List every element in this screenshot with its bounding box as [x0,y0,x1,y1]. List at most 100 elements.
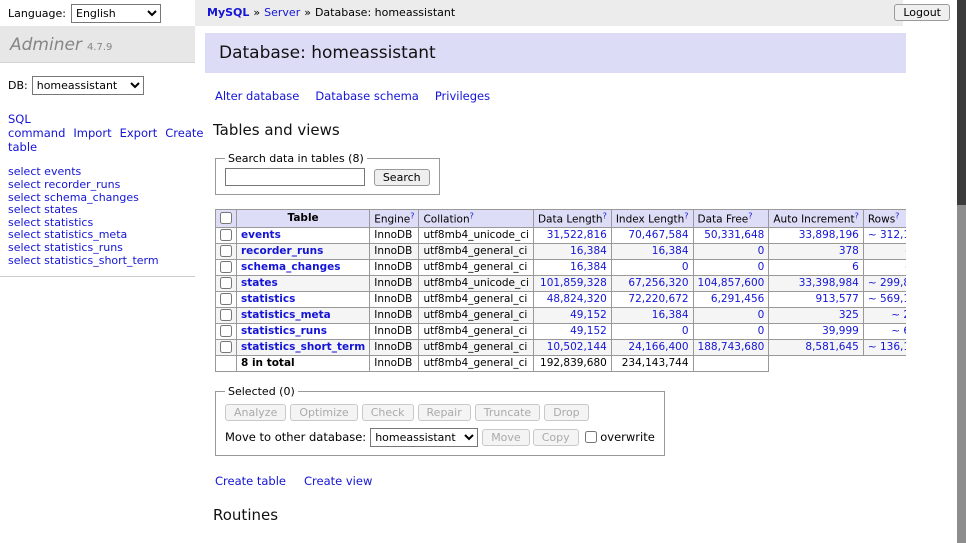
auto-increment-link[interactable]: 325 [839,309,859,321]
column-help-link[interactable]: ? [748,214,752,226]
row-checkbox[interactable] [220,277,232,289]
create-view-link[interactable]: Create view [304,474,372,488]
row-checkbox[interactable] [220,293,232,305]
auto-increment-link[interactable]: 6 [852,261,859,273]
column-help-link[interactable]: ? [855,214,859,226]
column-help-link[interactable]: ? [410,214,414,226]
data-length-link[interactable]: 49,152 [570,325,607,337]
select-table-link[interactable]: select statistics_meta [8,228,127,241]
data-free-link[interactable]: 0 [758,309,765,321]
select-table-link[interactable]: select states [8,203,78,216]
rows-link[interactable]: ~ 136,108 [868,341,906,353]
move-db-select[interactable]: homeassistant [370,428,478,447]
collation-cell: utf8mb4_general_ci [419,339,533,355]
table-name-link[interactable]: schema_changes [241,261,341,273]
data-free-link[interactable]: 188,743,680 [698,341,765,353]
bulk-check-button[interactable]: Check [362,404,414,421]
table-name-link[interactable]: statistics_short_term [241,341,365,353]
data-free-link[interactable]: 6,291,456 [711,293,764,305]
sidebar-action-link[interactable]: SQL command [8,112,65,140]
bulk-optimize-button[interactable]: Optimize [290,404,357,421]
sidebar-action-link[interactable]: Export [120,126,158,140]
logout-button[interactable]: Logout [894,4,950,21]
data-free-link[interactable]: 50,331,648 [704,229,764,241]
data-free-link[interactable]: 0 [758,325,765,337]
auto-increment-link[interactable]: 378 [839,245,859,257]
column-help-link[interactable]: ? [684,214,688,226]
db-action-link[interactable]: Privileges [435,89,490,103]
breadcrumb-server-link[interactable]: Server [264,6,300,19]
auto-increment-link[interactable]: 39,999 [822,325,859,337]
bulk-analyze-button[interactable]: Analyze [225,404,286,421]
data-length-link[interactable]: 49,152 [570,309,607,321]
scrollbar-thumb[interactable] [957,0,966,205]
index-length-link[interactable]: 0 [682,261,689,273]
auto-increment-link[interactable]: 8,581,645 [805,341,858,353]
select-table-link[interactable]: select recorder_runs [8,178,120,191]
data-free-link[interactable]: 0 [758,261,765,273]
select-table-link[interactable]: select schema_changes [8,191,139,204]
table-name-link[interactable]: statistics_runs [241,325,327,337]
select-table-link[interactable]: select events [8,165,81,178]
rows-link[interactable]: ~ 244 [891,309,906,321]
db-action-link[interactable]: Database schema [315,89,418,103]
data-length-link[interactable]: 48,824,320 [547,293,607,305]
rows-link[interactable]: ~ 3 [905,261,906,273]
data-length-link[interactable]: 10,502,144 [547,341,607,353]
search-button[interactable]: Search [374,169,430,186]
bulk-truncate-button[interactable]: Truncate [475,404,540,421]
rows-link[interactable]: ~ 299,833 [868,277,906,289]
index-length-link[interactable]: 72,220,672 [628,293,688,305]
scrollbar[interactable] [957,0,966,543]
table-name-link[interactable]: statistics_meta [241,309,331,321]
row-checkbox[interactable] [220,229,232,241]
column-help-link[interactable]: ? [470,214,474,226]
select-all-checkbox[interactable] [220,212,232,224]
rows-link[interactable]: ~ 628 [891,325,906,337]
select-table-link[interactable]: select statistics_short_term [8,254,159,267]
index-length-link[interactable]: 70,467,584 [628,229,688,241]
index-length-link[interactable]: 16,384 [652,309,689,321]
table-name-link[interactable]: statistics [241,293,295,305]
row-checkbox[interactable] [220,261,232,273]
bulk-repair-button[interactable]: Repair [418,404,471,421]
overwrite-checkbox[interactable] [585,431,597,443]
auto-increment-link[interactable]: 33,398,984 [799,277,859,289]
data-length-link[interactable]: 16,384 [570,261,607,273]
index-length-link[interactable]: 24,166,400 [628,341,688,353]
db-action-link[interactable]: Alter database [215,89,299,103]
sidebar-action-link[interactable]: Import [73,126,111,140]
rows-link[interactable]: ~ 312,180 [868,229,906,241]
select-table-link[interactable]: select statistics [8,216,93,229]
rows-link[interactable]: ~ 569,159 [868,293,906,305]
data-free-link[interactable]: 104,857,600 [698,277,765,289]
index-length-link[interactable]: 67,256,320 [628,277,688,289]
row-checkbox[interactable] [220,325,232,337]
data-free-link[interactable]: 0 [758,245,765,257]
db-select[interactable]: homeassistant [32,76,144,95]
index-length-link[interactable]: 16,384 [652,245,689,257]
bulk-drop-button[interactable]: Drop [544,404,588,421]
index-length-link[interactable]: 0 [682,325,689,337]
data-length-link[interactable]: 101,859,328 [540,277,607,289]
column-help-link[interactable]: ? [603,214,607,226]
move-button[interactable]: Move [482,429,530,446]
search-input[interactable] [225,168,365,186]
table-name-link[interactable]: events [241,229,281,241]
column-help-link[interactable]: ? [895,214,899,226]
row-checkbox[interactable] [220,341,232,353]
table-name-link[interactable]: recorder_runs [241,245,323,257]
row-checkbox[interactable] [220,245,232,257]
language-select[interactable]: English [71,4,161,23]
auto-increment-link[interactable]: 33,898,196 [799,229,859,241]
auto-increment-link[interactable]: 913,577 [815,293,858,305]
rows-link[interactable]: ~ 5 [905,245,906,257]
table-name-link[interactable]: states [241,277,278,289]
data-length-link[interactable]: 16,384 [570,245,607,257]
create-table-link[interactable]: Create table [215,474,286,488]
row-checkbox[interactable] [220,309,232,321]
copy-button[interactable]: Copy [533,429,579,446]
breadcrumb-mysql-link[interactable]: MySQL [207,6,249,19]
select-table-link[interactable]: select statistics_runs [8,241,123,254]
data-length-link[interactable]: 31,522,816 [547,229,607,241]
